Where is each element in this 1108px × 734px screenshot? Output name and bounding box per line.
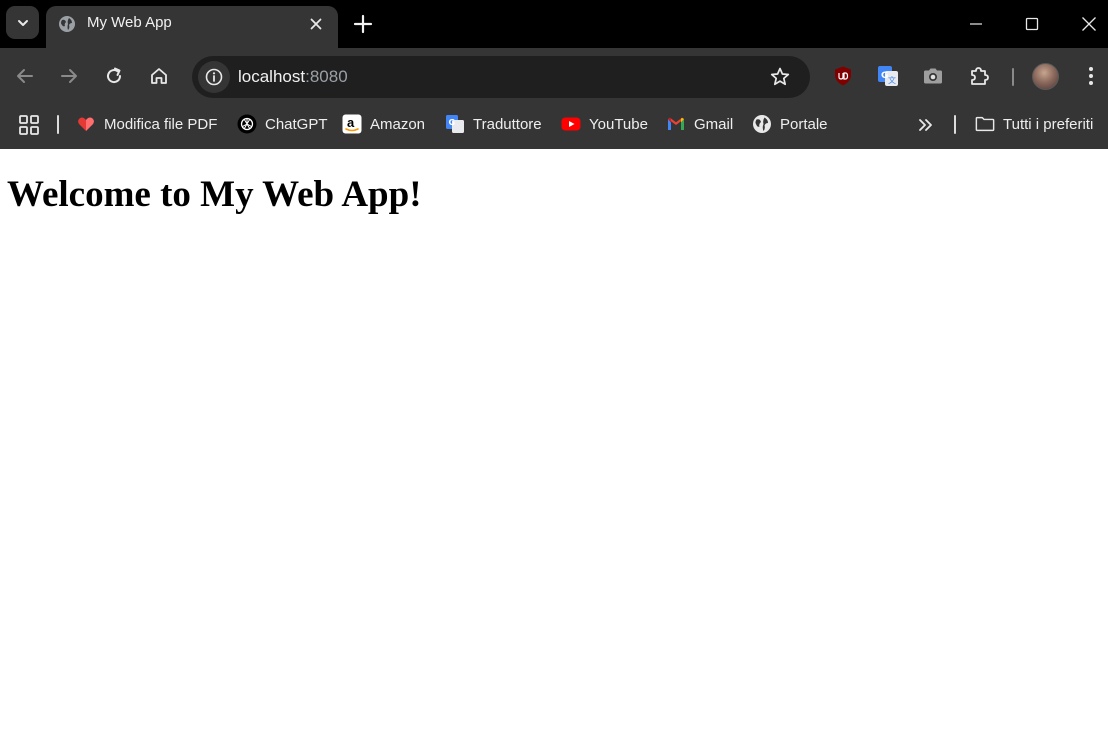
bookmarks-bar: Modifica file PDF ChatGPT a Amazon G Tra… <box>0 104 1108 149</box>
gmail-icon <box>666 114 686 134</box>
minimize-icon <box>970 23 982 25</box>
ublock-extension-button[interactable] <box>830 63 856 89</box>
address-bar[interactable]: localhost:8080 <box>192 56 810 98</box>
url-host: localhost <box>238 67 306 86</box>
site-info-button[interactable] <box>198 61 230 93</box>
tab-search-button[interactable] <box>6 6 39 39</box>
bookmark-star-icon[interactable] <box>768 65 792 89</box>
bookmark-gmail[interactable]: Gmail <box>666 112 733 136</box>
chatgpt-icon <box>237 114 257 134</box>
home-button[interactable] <box>147 64 171 88</box>
amazon-icon: a <box>342 114 362 134</box>
browser-menu-button[interactable] <box>1079 64 1103 88</box>
google-translate-extension-button[interactable]: G 文 <box>875 63 901 89</box>
svg-text:a: a <box>347 115 355 130</box>
bookmarks-separator <box>954 115 956 134</box>
arrow-left-icon <box>17 69 33 83</box>
youtube-icon <box>561 114 581 134</box>
globe-icon <box>59 16 75 32</box>
minimize-button[interactable] <box>962 10 990 38</box>
screenshot-extension-button[interactable] <box>920 63 946 89</box>
svg-text:文: 文 <box>888 75 896 85</box>
camera-icon <box>924 68 942 84</box>
svg-text:G: G <box>449 118 456 127</box>
extensions-button[interactable] <box>966 63 992 89</box>
bookmark-label: Amazon <box>370 115 426 133</box>
all-bookmarks-folder[interactable]: Tutti i preferiti <box>975 112 1093 136</box>
kebab-menu-icon <box>1089 67 1093 85</box>
arrow-right-icon <box>61 69 77 83</box>
bookmark-label: Gmail <box>694 115 734 133</box>
close-window-button[interactable] <box>1075 10 1103 38</box>
bookmark-chatgpt[interactable]: ChatGPT <box>237 112 328 136</box>
translate-icon: G <box>445 114 465 134</box>
page-heading: Welcome to My Web App! <box>7 174 422 215</box>
close-icon <box>1082 17 1096 31</box>
forward-button[interactable] <box>57 64 81 88</box>
ublock-shield-icon <box>835 66 851 86</box>
bookmark-portale[interactable]: Portale <box>752 112 828 136</box>
chevron-down-icon <box>17 19 28 26</box>
translate-icon: G 文 <box>878 66 898 86</box>
maximize-icon <box>1025 17 1039 31</box>
url-text[interactable]: localhost:8080 <box>238 67 348 87</box>
url-port: :8080 <box>305 67 348 86</box>
puzzle-icon <box>971 67 989 85</box>
toolbar: localhost:8080 G 文 <box>0 48 1108 104</box>
pdf-heart-icon <box>76 114 96 134</box>
bookmark-label: ChatGPT <box>265 115 328 133</box>
home-icon <box>151 68 167 84</box>
double-chevron-right-icon[interactable] <box>916 115 936 135</box>
info-icon <box>205 68 223 86</box>
bookmarks-separator <box>57 115 59 134</box>
tab-close-button[interactable] <box>306 14 326 34</box>
page-content: Welcome to My Web App! <box>0 149 1108 734</box>
toolbar-separator <box>1012 68 1014 86</box>
active-tab[interactable]: My Web App <box>46 6 338 48</box>
bookmark-label: Traduttore <box>473 115 542 133</box>
globe-icon <box>752 114 772 134</box>
bookmark-traduttore[interactable]: G Traduttore <box>445 112 542 136</box>
tab-title: My Web App <box>87 14 172 31</box>
apps-grid-icon[interactable] <box>18 114 40 136</box>
bookmark-label: Portale <box>780 115 828 133</box>
all-bookmarks-label: Tutti i preferiti <box>1003 115 1094 133</box>
bookmark-amazon[interactable]: a Amazon <box>342 112 425 136</box>
bookmark-label: Modifica file PDF <box>104 115 218 133</box>
folder-icon <box>975 114 995 134</box>
tab-strip: My Web App <box>0 0 1108 48</box>
bookmark-label: YouTube <box>589 115 648 133</box>
maximize-button[interactable] <box>1018 10 1046 38</box>
profile-avatar[interactable] <box>1032 63 1059 90</box>
new-tab-button[interactable] <box>351 12 375 36</box>
reload-icon <box>107 67 122 84</box>
bookmark-modifica-file-pdf[interactable]: Modifica file PDF <box>76 112 217 136</box>
close-icon <box>310 18 322 30</box>
bookmark-youtube[interactable]: YouTube <box>561 112 648 136</box>
back-button[interactable] <box>13 64 37 88</box>
reload-button[interactable] <box>102 64 126 88</box>
